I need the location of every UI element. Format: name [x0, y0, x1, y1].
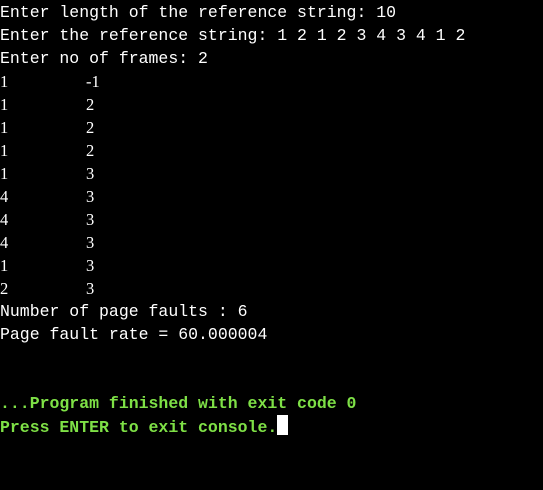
frame-1-value: 4: [0, 210, 9, 229]
frame-1-value: 1: [0, 141, 9, 160]
frame-2-value: -1: [86, 72, 100, 91]
frame-row: 23: [0, 277, 543, 300]
frame-1-value: 2: [0, 279, 9, 298]
console-output[interactable]: Enter length of the reference string: 10…: [0, 1, 543, 490]
page-faults-result: Number of page faults : 6: [0, 302, 248, 321]
frame-2-value: 3: [86, 233, 95, 252]
frame-1-value: 1: [0, 164, 9, 183]
frame-2-value: 3: [86, 187, 95, 206]
frame-2-value: 2: [86, 95, 95, 114]
frame-row: 13: [0, 162, 543, 185]
frame-row: 12: [0, 139, 543, 162]
frame-table: 1 -1 12 12 12 13 43 43 43 13 23: [0, 70, 543, 300]
frame-row: 12: [0, 116, 543, 139]
frame-1-value: 1: [0, 256, 9, 275]
frame-2-value: 3: [86, 210, 95, 229]
frame-row: 43: [0, 231, 543, 254]
frame-2-value: 2: [86, 118, 95, 137]
reference-string-prompt: Enter the reference string: 1 2 1 2 3 4 …: [0, 26, 466, 45]
frame-1-value: 1: [0, 72, 9, 91]
frame-2-value: 3: [86, 256, 95, 275]
frame-2-value: 3: [86, 164, 95, 183]
frame-2-value: 3: [86, 279, 95, 298]
fault-rate-result: Page fault rate = 60.000004: [0, 325, 268, 344]
frame-row: 43: [0, 185, 543, 208]
frame-row: 13: [0, 254, 543, 277]
frame-1-value: 4: [0, 233, 9, 252]
frame-row: 1 -1: [0, 70, 543, 93]
frame-1-value: 1: [0, 118, 9, 137]
press-enter-message: Press ENTER to exit console.: [0, 415, 543, 438]
frame-1-value: 4: [0, 187, 9, 206]
exit-status-message: ...Program finished with exit code 0: [0, 394, 357, 413]
frame-2-value: 2: [86, 141, 95, 160]
length-prompt: Enter length of the reference string: 10: [0, 3, 397, 22]
frames-prompt: Enter no of frames: 2: [0, 49, 208, 68]
press-enter-text: Press ENTER to exit console.: [0, 418, 278, 437]
frame-1-value: 1: [0, 95, 9, 114]
frame-row: 43: [0, 208, 543, 231]
text-cursor: [277, 415, 289, 435]
frame-row: 12: [0, 93, 543, 116]
